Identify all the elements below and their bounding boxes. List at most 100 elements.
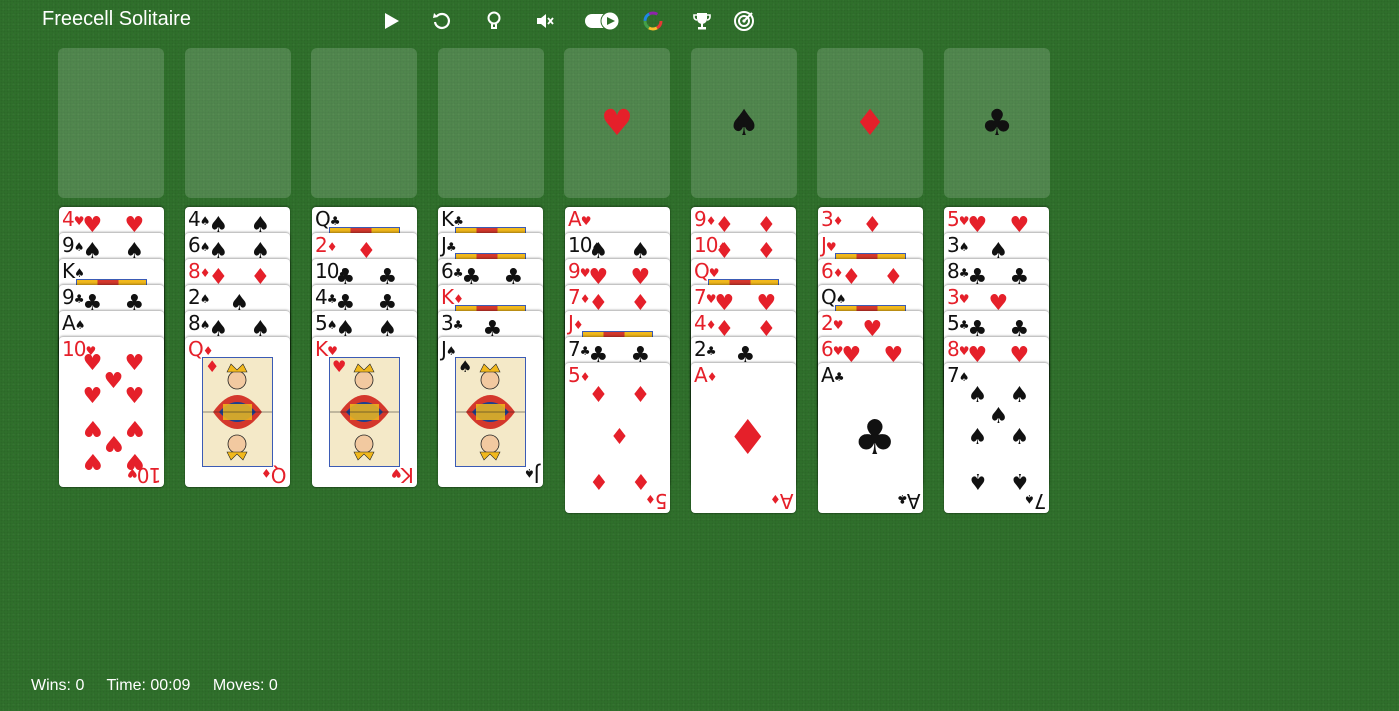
card-rank-label: 7♠ — [947, 363, 969, 387]
trophy-icon[interactable] — [685, 4, 719, 38]
card-rank-label: 8♣ — [947, 259, 969, 283]
card-rank-label: 5♣ — [947, 311, 969, 335]
card-rank-label: 9♥ — [568, 259, 590, 283]
card-suit-pip: ♠ — [1009, 383, 1030, 408]
card-j-of-spades[interactable]: J♠ J♠ ♠ — [438, 337, 543, 487]
card-suit-pip: ♥ — [82, 415, 103, 440]
card-rank-label: 2♣ — [694, 337, 716, 361]
card-10-of-hearts[interactable]: 10♥ 10♥ ♥ ♥ ♥ ♥ ♥ ♥ ♥ ♥ ♥ ♥ — [59, 337, 164, 487]
status-bar: Wins: 0 Time: 00:09 Moves: 0 — [31, 677, 296, 695]
card-suit-pip: ♦ — [630, 467, 651, 493]
card-rank-label: 5♥ — [947, 207, 969, 231]
foundation-diamonds[interactable]: ♦ — [817, 48, 923, 198]
card-suit-pip: ♥ — [332, 357, 347, 376]
moves-count: Moves: 0 — [212, 677, 278, 694]
card-rank-label: A♥ — [568, 207, 591, 231]
card-rank-label: 9♦ — [694, 207, 716, 231]
card-suit-pip: ♠ — [988, 404, 1009, 429]
free-cell-2[interactable] — [185, 48, 291, 198]
card-rank-label: 6♠ — [188, 233, 210, 257]
target-icon[interactable] — [727, 4, 761, 38]
mute-icon[interactable] — [528, 4, 562, 38]
foundation-spades[interactable]: ♠ — [691, 48, 797, 198]
card-suit-pip: ♠ — [967, 383, 988, 408]
card-suit-pip: ♥ — [82, 448, 103, 473]
autoplay-toggle-icon[interactable] — [582, 4, 622, 38]
card-suit-pip: ♠ — [458, 357, 473, 376]
card-suit-pip: ♠ — [967, 425, 988, 450]
card-rank-label: J♣ — [441, 233, 457, 257]
card-rank-label: 4♥ — [62, 207, 84, 231]
card-rank-label: A♠ — [62, 311, 85, 335]
card-7-of-spades[interactable]: 7♠ 7♠ ♠ ♠ ♠ ♠ ♠ ♠ ♠ — [944, 363, 1049, 513]
card-rank-label-bottom: A♣ — [897, 489, 920, 513]
card-rank-label: 9♣ — [62, 285, 84, 309]
card-rank-label: 4♣ — [315, 285, 337, 309]
card-rank-label: 6♣ — [441, 259, 463, 283]
spade-suit-icon: ♠ — [727, 102, 761, 144]
card-a-of-clubs[interactable]: A♣ A♣ ♣ — [818, 363, 923, 513]
card-suit-pip: ♣ — [853, 410, 897, 466]
diamond-suit-icon: ♦ — [853, 102, 887, 144]
free-cell-3[interactable] — [311, 48, 417, 198]
card-rank-label: A♣ — [821, 363, 844, 387]
card-suit-pip: ♦ — [588, 383, 609, 408]
card-5-of-diamonds[interactable]: 5♦ 5♦ ♦ ♦ ♦ ♦ ♦ — [565, 363, 670, 513]
card-rank-label: 2♥ — [821, 311, 843, 335]
card-suit-pip: ♠ — [967, 467, 988, 493]
play-icon[interactable] — [374, 4, 408, 38]
hint-lightbulb-icon[interactable] — [477, 4, 511, 38]
foundation-hearts[interactable]: ♥ — [564, 48, 670, 198]
card-rank-label: 8♥ — [947, 337, 969, 361]
card-rank-label: 3♠ — [947, 233, 969, 257]
club-suit-icon: ♣ — [980, 102, 1014, 144]
undo-icon[interactable] — [425, 4, 459, 38]
heart-suit-icon: ♥ — [600, 102, 634, 144]
card-rank-label: 7♣ — [568, 337, 590, 361]
card-suit-pip: ♠ — [1009, 425, 1030, 450]
card-rank-label: 8♦ — [188, 259, 210, 283]
card-rank-label: 4♠ — [188, 207, 210, 231]
card-suit-pip: ♦ — [630, 383, 651, 408]
card-rank-label: 7♦ — [568, 285, 590, 309]
card-suit-pip: ♥ — [82, 351, 103, 376]
card-rank-label: 3♥ — [947, 285, 969, 309]
card-suit-pip: ♥ — [124, 384, 145, 409]
elapsed-time: Time: 00:09 — [106, 677, 191, 694]
free-cell-1[interactable] — [58, 48, 164, 198]
card-rank-label: 3♣ — [441, 311, 463, 335]
card-rank-label-bottom: A♦ — [770, 489, 793, 513]
card-rank-label: A♦ — [694, 363, 717, 387]
card-suit-pip: ♦ — [205, 357, 220, 376]
card-rank-label: J♠ — [441, 337, 457, 361]
card-suit-pip: ♥ — [82, 384, 103, 409]
card-rank-label: J♦ — [568, 311, 584, 335]
card-a-of-diamonds[interactable]: A♦ A♦ ♦ — [691, 363, 796, 513]
card-rank-label: 8♠ — [188, 311, 210, 335]
free-cell-4[interactable] — [438, 48, 544, 198]
card-suit-pip: ♠ — [1009, 467, 1030, 493]
card-rank-label: 6♥ — [821, 337, 843, 361]
card-k-of-hearts[interactable]: K♥ K♥ ♥ — [312, 337, 417, 487]
card-rank-label: 2♠ — [188, 285, 210, 309]
card-rank-label: 4♦ — [694, 311, 716, 335]
card-rank-label: 6♦ — [821, 259, 843, 283]
card-suit-pip: ♥ — [124, 448, 145, 473]
card-suit-pip: ♥ — [124, 415, 145, 440]
card-rank-label: 7♥ — [694, 285, 716, 309]
card-q-of-diamonds[interactable]: Q♦ Q♦ ♦ — [185, 337, 290, 487]
wins-count: Wins: 0 — [31, 677, 85, 694]
card-suit-pip: ♦ — [588, 467, 609, 493]
card-rank-label: 5♦ — [568, 363, 590, 387]
card-rank-label-bottom: J♠ — [525, 463, 540, 487]
card-suit-pip: ♦ — [726, 410, 770, 466]
card-rank-label: 2♦ — [315, 233, 337, 257]
card-rank-label: J♥ — [821, 233, 837, 257]
card-suit-pip: ♥ — [103, 430, 124, 455]
app-title: Freecell Solitaire — [42, 8, 191, 30]
foundation-clubs[interactable]: ♣ — [944, 48, 1050, 198]
card-rank-label: 9♠ — [62, 233, 84, 257]
card-rank-label: 5♠ — [315, 311, 337, 335]
card-suit-pip: ♥ — [124, 351, 145, 376]
color-theme-icon[interactable] — [636, 4, 670, 38]
